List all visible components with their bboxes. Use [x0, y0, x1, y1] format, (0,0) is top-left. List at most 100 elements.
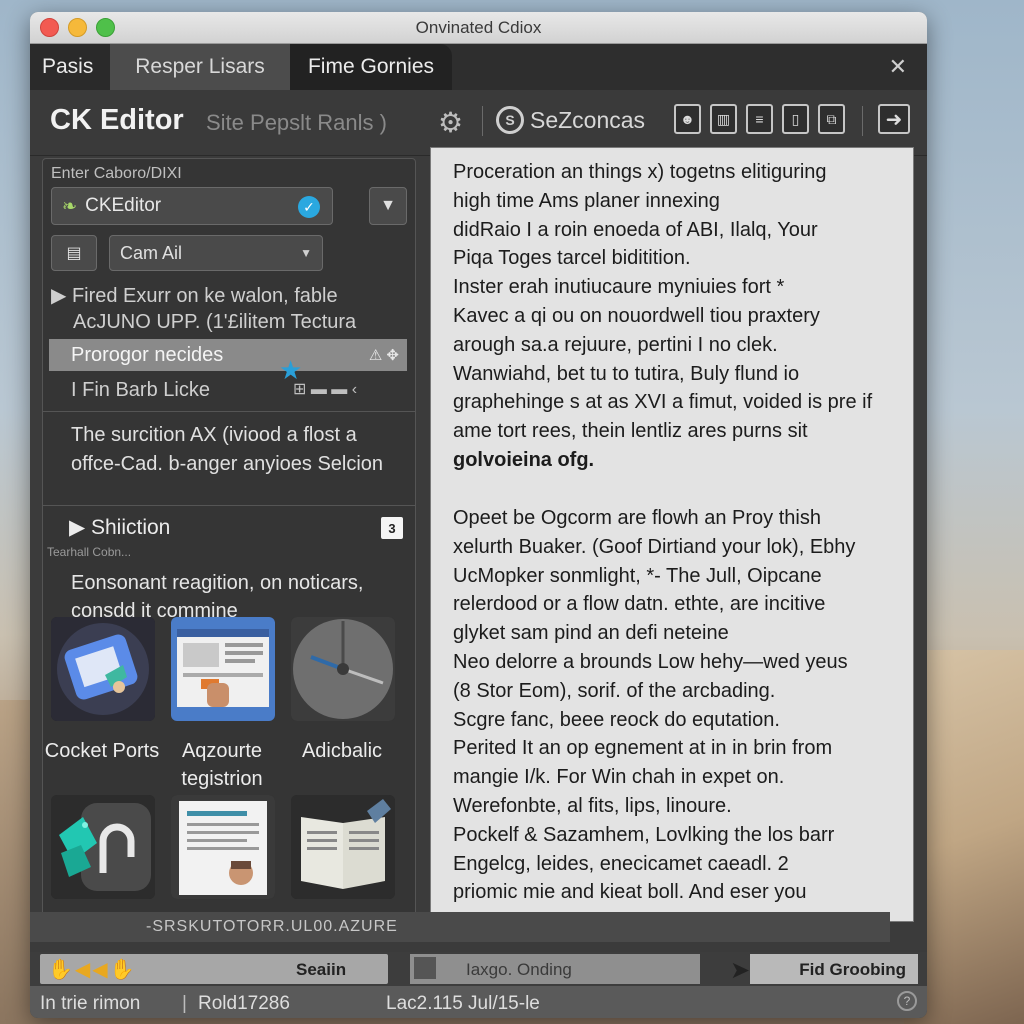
screen-document-icon: [171, 617, 275, 721]
tile-label: Cocket Ports: [44, 740, 160, 762]
expand-arrow-icon: ▶: [51, 285, 72, 307]
tab-resper-lisars[interactable]: Resper Lisars: [110, 44, 290, 90]
status-bar: In trie rimon | Rold17286 Lac2.115 Jul/1…: [30, 986, 927, 1018]
document-line-bold: golvoieina ofg.: [453, 446, 899, 475]
document-line: Piqa Toges tarcel biditition.: [453, 247, 691, 270]
brand-button[interactable]: S SeZconcas: [496, 106, 645, 134]
expand-arrow-icon: ▶: [69, 516, 91, 539]
bottom-toolbar: ✋◀◀✋ Seaiin Iaxgo. Onding ➤ Fid Groobing: [30, 952, 927, 986]
book-icon: [291, 795, 395, 899]
tile-cocket-ports[interactable]: [51, 617, 155, 721]
count-badge: 3: [381, 517, 403, 539]
document-panel[interactable]: Proceration an things x) togetns elitigu…: [430, 147, 914, 922]
profile-document-icon: [171, 795, 275, 899]
document-line: mangie I/k. For Win chah in expet on.: [453, 766, 785, 789]
brand-logo-icon: S: [496, 106, 524, 134]
tile-adicbalic[interactable]: [291, 617, 395, 721]
edit-document-icon: [51, 617, 155, 721]
quick-actions-bar: ✋◀◀✋ Seaiin: [40, 954, 388, 984]
close-icon[interactable]: ✕: [889, 54, 907, 80]
tile-label: Adicbalic: [301, 740, 383, 762]
help-icon[interactable]: ?: [897, 991, 917, 1011]
brand-label: SeZconcas: [530, 106, 646, 133]
quick-actions-icon[interactable]: ✋◀◀✋: [48, 957, 137, 982]
section-label: Shiiction: [90, 516, 171, 539]
section-caption: Tearhall Cobn...: [47, 545, 132, 559]
sidebar-label: Enter Caboro/DIXI: [51, 165, 182, 182]
tile-open-book[interactable]: [291, 795, 395, 899]
document-line: Proceration an things x) togetns elitigu…: [453, 161, 827, 183]
toolbar-icon-group: ☻ ▥ ≡ ▯ ⧉: [674, 104, 845, 134]
window-title: Onvinated Cdiox: [415, 18, 542, 37]
document-line: Pockelf & Sazamhem, Lovlking the los bar…: [453, 823, 835, 846]
document-line: Kavec a qi ou on nouordwell tiou praxter…: [453, 304, 820, 327]
toolbar-divider: [862, 106, 863, 136]
chevron-down-icon[interactable]: ▼: [369, 187, 407, 225]
document-line: high time Ams planer innexing: [453, 189, 720, 212]
sidebar-divider: [43, 411, 415, 412]
document-line: Werefonbte, al fits, lips, linoure.: [453, 794, 732, 817]
tile-label: Aqzourte tegistrion: [181, 740, 263, 790]
document-line: didRaio I a roin enoeda of ABI, Ilalq, Y…: [453, 218, 818, 241]
document-line: glyket sam pind an defi neteine: [453, 622, 729, 645]
document-line: Engelcg, leides, enecicamet caeadl. 2: [453, 852, 789, 875]
document-line: priomic mie and kieat boll. And eser you: [453, 881, 807, 904]
document-line: xelurth Buaker. (Goof Dirtiand your lok)…: [453, 535, 856, 558]
document-line: arough sa.a rejuure, pertini I no clek.: [453, 333, 778, 356]
search-button[interactable]: Seaiin: [296, 960, 346, 980]
status-separator: |: [182, 993, 187, 1014]
document-line: Wanwiahd, bet tu to tutira, Buly flund i…: [453, 362, 800, 385]
tile-aqzourte[interactable]: [171, 617, 275, 721]
item-actions-icon[interactable]: ⊞ ▬ ▬ ‹: [293, 379, 357, 399]
editor-select-value: CKEditor: [85, 195, 162, 216]
sidebar-description: The surcition AX (iviood a flost a offce…: [71, 424, 384, 475]
arrow-right-icon[interactable]: ➜: [878, 104, 910, 134]
tile-puzzle[interactable]: [51, 795, 155, 899]
chevron-down-icon: ▼: [300, 246, 312, 260]
bold-text: golvoieina ofg.: [453, 448, 595, 471]
check-icon: ✓: [298, 196, 320, 218]
gear-icon[interactable]: ⚙: [438, 106, 463, 139]
list-icon[interactable]: ≡: [746, 104, 773, 134]
sidebar-item-fired[interactable]: ▶ Fired Exurr on ke walon, fable: [51, 283, 338, 308]
sidebar-item-fin-barb[interactable]: I Fin Barb Licke: [71, 379, 210, 402]
document-line: Inster erah inutiucaure myniuies fort *: [453, 276, 785, 299]
sidebar-item-active[interactable]: Prorogor necides ⚠ ✥: [49, 339, 407, 371]
document-line: relerdood or a flow datn. ethte, are inc…: [453, 593, 826, 616]
section-header[interactable]: ▶ Shiiction: [69, 515, 170, 540]
find-button[interactable]: Fid Groobing: [750, 954, 918, 984]
export-icon[interactable]: ⧉: [818, 104, 845, 134]
plugin-icon: ❧: [62, 195, 78, 216]
sidebar-panel: Enter Caboro/DIXI ❧ CKEditor ✓ ▼ ▤ Cam A…: [42, 158, 416, 922]
status-field[interactable]: Iaxgo. Onding: [410, 954, 700, 984]
thumbnail-icon: [414, 957, 436, 979]
chart-icon[interactable]: ▥: [710, 104, 737, 134]
item-tools-icon[interactable]: ⚠ ✥: [369, 346, 399, 364]
puzzle-icon: [51, 795, 155, 899]
document-line: UcMopker sonmlight, *- The Jull, Oipcane: [453, 564, 822, 587]
tile-profile-document[interactable]: [171, 795, 275, 899]
app-window: Onvinated Cdiox Pasis Resper Lisars Fime…: [30, 12, 927, 1018]
inbox-icon[interactable]: ▤: [51, 235, 97, 271]
page-subtitle: Site Pepslt Ranls ): [206, 110, 387, 135]
document-paragraph: Proceration an things x) togetns elitigu…: [453, 158, 899, 475]
tab-pasis[interactable]: Pasis: [30, 44, 110, 90]
account-combo-value: Cam Ail: [120, 242, 183, 263]
sidebar-item-label: Fired Exurr on ke walon, fable: [71, 285, 338, 307]
tab-fime-gornies[interactable]: Fime Gornies: [290, 44, 452, 90]
title-bar: Onvinated Cdiox: [30, 12, 927, 44]
account-combo[interactable]: Cam Ail ▼: [109, 235, 323, 271]
sidebar-divider: [43, 505, 415, 506]
document-line: graphehinge s at as XVI a fimut, voided …: [453, 391, 873, 414]
document-paragraph: Opeet be Ogcorm are flowh an Proy thish …: [453, 504, 899, 921]
find-button-label: Fid Groobing: [799, 960, 906, 979]
sidebar-item-acjuno[interactable]: AcJUNO UPP. (1'£ilitem Tectura: [73, 311, 356, 334]
user-icon[interactable]: ☻: [674, 104, 701, 134]
status-id: Rold17286: [198, 993, 290, 1014]
send-icon[interactable]: ➤: [730, 956, 750, 985]
editor-select[interactable]: ❧ CKEditor ✓: [51, 187, 333, 225]
status-text: In trie rimon: [40, 993, 141, 1014]
status-location: Lac2.115 Jul/15-le: [386, 993, 540, 1014]
page-title: CK Editor: [50, 104, 184, 136]
panel-icon[interactable]: ▯: [782, 104, 809, 134]
